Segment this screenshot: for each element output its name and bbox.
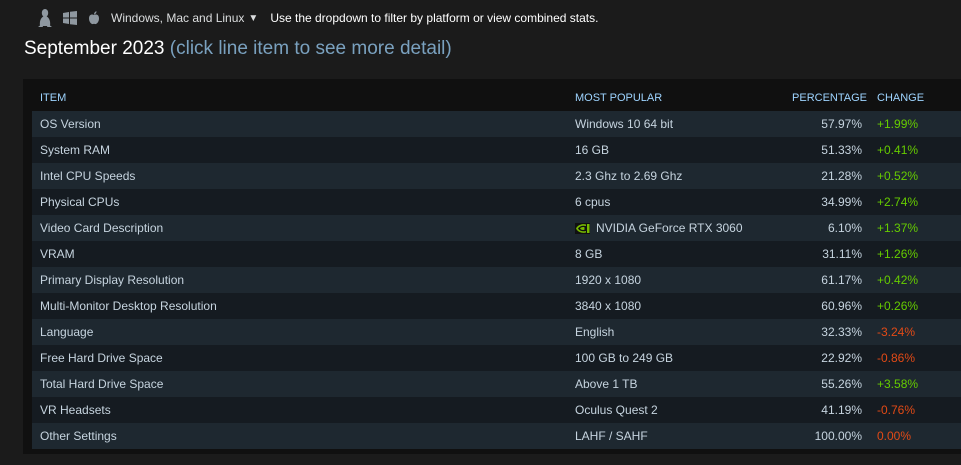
row-change: +1.99% <box>877 117 919 131</box>
page-title-date: September 2023 <box>24 38 165 59</box>
row-percentage: 60.96% <box>821 299 862 313</box>
windows-icon[interactable] <box>60 7 80 29</box>
row-percentage: 6.10% <box>827 221 862 235</box>
row-most-popular: 100 GB to 249 GB <box>575 351 673 365</box>
row-change: +0.52% <box>877 169 919 183</box>
row-most-popular-text: 2.3 Ghz to 2.69 Ghz <box>575 169 683 183</box>
row-percentage: 41.19% <box>821 403 862 417</box>
table-row[interactable]: VRAM 8 GB 31.11% +1.26% <box>32 241 961 267</box>
table-row[interactable]: OS Version Windows 10 64 bit 57.97% +1.99% <box>32 111 961 137</box>
row-percentage: 34.99% <box>821 195 862 209</box>
row-change: +0.42% <box>877 273 919 287</box>
row-most-popular-text: 100 GB to 249 GB <box>575 351 674 365</box>
row-percentage: 21.28% <box>821 169 862 183</box>
row-most-popular: Above 1 TB <box>575 377 637 391</box>
row-most-popular-text: NVIDIA GeForce RTX 3060 <box>596 221 743 235</box>
row-most-popular-text: Above 1 TB <box>575 377 638 391</box>
row-percentage: 61.17% <box>821 273 862 287</box>
row-percentage: 32.33% <box>821 325 862 339</box>
linux-icon[interactable] <box>36 7 54 29</box>
platform-dropdown-label: Windows, Mac and Linux <box>111 11 245 25</box>
row-most-popular: 8 GB <box>575 247 602 261</box>
row-most-popular-text: 6 cpus <box>575 195 611 209</box>
row-item-label: Primary Display Resolution <box>40 273 185 287</box>
row-item-label: Intel CPU Speeds <box>40 169 136 183</box>
row-item-label: Free Hard Drive Space <box>40 351 163 365</box>
row-most-popular: 6 cpus <box>575 195 610 209</box>
stats-panel: ITEM MOST POPULAR PERCENTAGE CHANGE OS V… <box>23 79 961 454</box>
row-most-popular-text: 3840 x 1080 <box>575 299 642 313</box>
table-row[interactable]: Other Settings LAHF / SAHF 100.00% 0.00% <box>32 423 961 449</box>
page-title-subtitle: (click line item to see more detail) <box>169 38 452 59</box>
caret-down-icon: ▼ <box>248 12 259 24</box>
row-item-label: Total Hard Drive Space <box>40 377 164 391</box>
row-item-label: Language <box>40 325 94 339</box>
column-header-change[interactable]: CHANGE <box>877 92 924 104</box>
row-percentage: 31.11% <box>822 247 862 261</box>
column-header-item[interactable]: ITEM <box>40 92 66 104</box>
row-percentage: 51.33% <box>821 143 862 157</box>
row-most-popular-text: Windows 10 64 bit <box>575 117 674 131</box>
row-item-label: VRAM <box>40 247 75 261</box>
row-item-label: OS Version <box>40 117 101 131</box>
row-most-popular: English <box>575 325 614 339</box>
row-most-popular: 1920 x 1080 <box>575 273 641 287</box>
row-item-label: VR Headsets <box>40 403 111 417</box>
row-most-popular-text: 1920 x 1080 <box>575 273 642 287</box>
table-row[interactable]: Language English 32.33% -3.24% <box>32 319 961 345</box>
row-item-label: Video Card Description <box>40 221 164 235</box>
nvidia-icon <box>575 222 590 234</box>
table-row[interactable]: Intel CPU Speeds 2.3 Ghz to 2.69 Ghz 21.28… <box>32 163 961 189</box>
row-change: +2.74% <box>877 195 919 209</box>
platform-dropdown[interactable]: Windows, Mac and Linux ▼ <box>111 11 258 25</box>
row-most-popular: 16 GB <box>575 143 609 157</box>
row-most-popular-text: 8 GB <box>575 247 603 261</box>
table-row[interactable]: Multi-Monitor Desktop Resolution 3840 x 1… <box>32 293 961 319</box>
row-item-label: System RAM <box>40 143 111 157</box>
column-header-percentage[interactable]: PERCENTAGE <box>792 92 867 104</box>
row-most-popular: Windows 10 64 bit <box>575 117 673 131</box>
table-row[interactable]: System RAM 16 GB 51.33% +0.41% <box>32 137 961 163</box>
row-percentage: 22.92% <box>821 351 862 365</box>
page-title: September 2023 (click line item to see m… <box>24 38 452 60</box>
table-row[interactable]: Physical CPUs 6 cpus 34.99% +2.74% <box>32 189 961 215</box>
table-row[interactable]: VR Headsets Oculus Quest 2 41.19% -0.76% <box>32 397 961 423</box>
table-header-row: ITEM MOST POPULAR PERCENTAGE CHANGE <box>32 85 961 111</box>
row-percentage: 55.26% <box>821 377 862 391</box>
row-percentage: 57.97% <box>821 117 862 131</box>
row-item-label: Physical CPUs <box>40 195 120 209</box>
column-header-most-popular[interactable]: MOST POPULAR <box>575 92 662 104</box>
row-most-popular-text: English <box>575 325 615 339</box>
platform-filter-bar: Windows, Mac and Linux ▼ Use the dropdow… <box>36 6 598 30</box>
row-most-popular: 2.3 Ghz to 2.69 Ghz <box>575 169 682 183</box>
row-change: -0.86% <box>877 351 916 365</box>
apple-icon[interactable] <box>86 7 102 29</box>
row-change: +0.26% <box>877 299 919 313</box>
row-most-popular: LAHF / SAHF <box>575 429 648 443</box>
row-most-popular: 3840 x 1080 <box>575 299 641 313</box>
row-most-popular: Oculus Quest 2 <box>575 403 658 417</box>
row-change: +3.58% <box>877 377 919 391</box>
row-most-popular-text: LAHF / SAHF <box>575 429 648 443</box>
row-change: +1.37% <box>877 221 919 235</box>
row-item-label: Other Settings <box>40 429 117 443</box>
table-row[interactable]: Free Hard Drive Space 100 GB to 249 GB 22.… <box>32 345 961 371</box>
row-item-label: Multi-Monitor Desktop Resolution <box>40 299 217 313</box>
row-most-popular: NVIDIA GeForce RTX 3060 <box>575 221 743 235</box>
row-change: +1.26% <box>877 247 919 261</box>
row-change: -0.76% <box>877 403 916 417</box>
row-change: -3.24% <box>877 325 916 339</box>
row-percentage: 100.00% <box>814 429 862 443</box>
table-row[interactable]: Primary Display Resolution 1920 x 1080 61.… <box>32 267 961 293</box>
row-most-popular-text: Oculus Quest 2 <box>575 403 658 417</box>
table-row[interactable]: Video Card Description NVIDIA GeForce RTX… <box>32 215 961 241</box>
platform-hint-text: Use the dropdown to filter by platform o… <box>270 11 599 25</box>
row-change: +0.41% <box>877 143 919 157</box>
table-row[interactable]: Total Hard Drive Space Above 1 TB 55.26% +3… <box>32 371 961 397</box>
row-change: 0.00% <box>877 429 912 443</box>
stats-table: ITEM MOST POPULAR PERCENTAGE CHANGE OS V… <box>32 85 961 449</box>
row-most-popular-text: 16 GB <box>575 143 610 157</box>
